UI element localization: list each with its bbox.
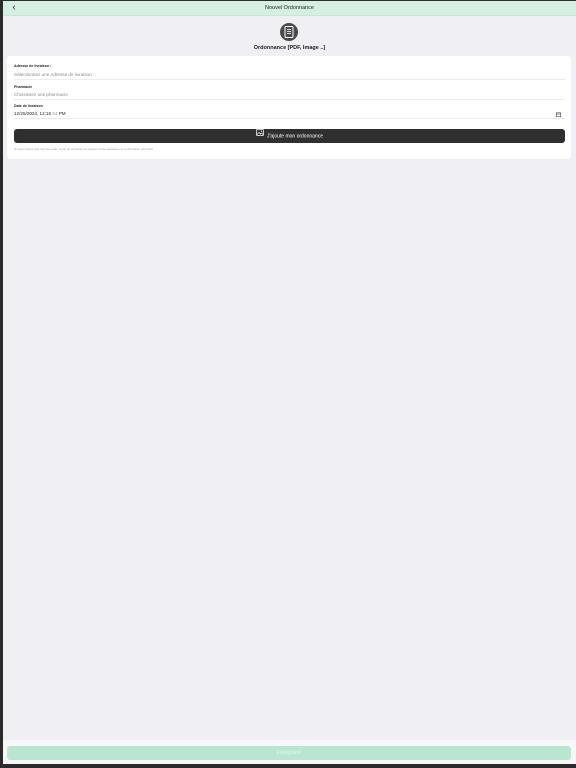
date-value-suffix: PM: [57, 111, 66, 116]
order-form-card: Adresse de livraison : Sélectionnez une …: [7, 56, 571, 159]
delivery-date-input[interactable]: 12/25/2024, 12:16 54 PM: [14, 109, 565, 119]
save-button-label: Enregistrer: [276, 750, 302, 756]
add-prescription-button[interactable]: J'ajoute mon ordonnance: [14, 129, 565, 143]
bottom-bar: Enregistrer: [3, 740, 576, 764]
pharmacy-label: Pharmacie: [14, 85, 33, 89]
date-value: 12/25/2024, 12:16: [14, 111, 53, 116]
document-title: Ordonnance [PDF, Image ..]: [253, 45, 326, 51]
address-select[interactable]: Sélectionnez une Adresse de livraison: [14, 70, 565, 80]
calendar-icon[interactable]: [555, 111, 562, 120]
document-icon[interactable]: [280, 23, 298, 41]
add-prescription-label: J'ajoute mon ordonnance: [267, 133, 323, 140]
save-button[interactable]: Enregistrer: [7, 746, 571, 760]
navigation-bar: ‹ Nouvel Ordonnance: [3, 1, 576, 16]
page-title: Nouvel Ordonnance: [265, 5, 314, 11]
address-label: Adresse de livraison :: [14, 64, 52, 68]
app-screen: ‹ Nouvel Ordonnance Ordonnance [PDF, Ima…: [3, 1, 576, 764]
image-icon: [256, 128, 264, 142]
pharmacy-select[interactable]: Choisissez une pharmacie: [14, 90, 565, 100]
date-label: Date de livraison: [14, 104, 43, 108]
info-note: Si vous n'avez pas reçu de code, merci d…: [14, 147, 154, 151]
